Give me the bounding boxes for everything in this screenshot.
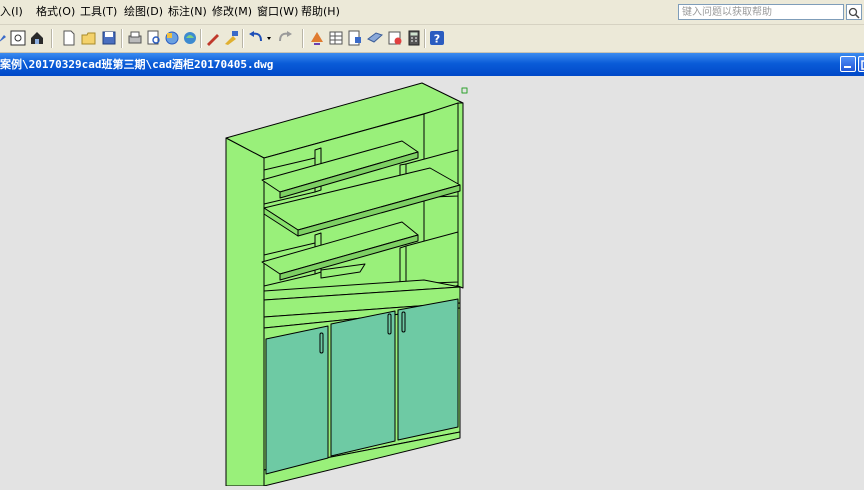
door-left: [265, 325, 329, 475]
menu-dimension[interactable]: 标注(N): [168, 0, 207, 24]
cabinet-left-side: [225, 137, 265, 487]
document-title: 案例\20170329cad班第三期\cad酒柜20170405.dwg: [0, 58, 274, 71]
pen-icon[interactable]: [204, 29, 222, 47]
tool-palette-icon[interactable]: [346, 29, 364, 47]
zoom-icon[interactable]: [9, 29, 27, 47]
menu-help[interactable]: 帮助(H): [301, 0, 340, 24]
door-middle: [330, 310, 396, 457]
minimize-button[interactable]: [840, 56, 856, 72]
toolbar-separator: [302, 29, 304, 48]
grip-marker: [461, 87, 468, 94]
toolbar-separator: [424, 29, 426, 48]
print-preview-icon[interactable]: [145, 29, 163, 47]
door-right: [397, 298, 459, 441]
new-file-icon[interactable]: [60, 29, 78, 47]
toolbar-separator: [242, 29, 244, 48]
menu-window[interactable]: 窗口(W): [257, 0, 298, 24]
markup-icon[interactable]: [386, 29, 404, 47]
search-icon: [848, 7, 860, 19]
minimize-icon: [844, 66, 851, 68]
menu-modify[interactable]: 修改(M): [212, 0, 252, 24]
menu-tools[interactable]: 工具(T): [80, 0, 117, 24]
cabinet-right-edge: [457, 102, 464, 289]
plot-icon[interactable]: [181, 29, 199, 47]
publish-icon[interactable]: [163, 29, 181, 47]
lower-divider-right: [399, 245, 407, 285]
menu-insert[interactable]: 入(I): [0, 0, 23, 24]
redo-icon[interactable]: [276, 29, 294, 47]
open-file-icon[interactable]: [80, 29, 98, 47]
svg-text:?: ?: [434, 33, 440, 46]
cabinet-drawing: [225, 82, 468, 487]
help-icon[interactable]: ?: [428, 29, 446, 47]
menu-bar: 入(I) 格式(O) 工具(T) 绘图(D) 标注(N) 修改(M) 窗口(W)…: [0, 0, 864, 25]
help-search-input[interactable]: [678, 4, 844, 20]
home-icon[interactable]: [28, 29, 46, 47]
standard-toolbar: ?: [0, 25, 864, 53]
calculator-icon[interactable]: [405, 29, 423, 47]
menu-format[interactable]: 格式(O): [36, 0, 75, 24]
handle-middle-right: [387, 313, 392, 335]
print-icon[interactable]: [126, 29, 144, 47]
handle-right: [401, 311, 406, 333]
save-icon[interactable]: [100, 29, 118, 47]
help-search-button[interactable]: [846, 4, 862, 20]
match-properties-icon[interactable]: [222, 29, 240, 47]
menu-draw[interactable]: 绘图(D): [124, 0, 163, 24]
properties-icon[interactable]: [327, 29, 345, 47]
sheet-set-icon[interactable]: [366, 29, 384, 47]
drawing-area[interactable]: [0, 77, 864, 487]
maximize-button[interactable]: [858, 56, 864, 72]
design-center-icon[interactable]: [308, 29, 326, 47]
toolbar-separator: [51, 29, 53, 48]
maximize-icon: [861, 60, 864, 70]
handle-left: [319, 332, 324, 354]
document-title-bar: 案例\20170329cad班第三期\cad酒柜20170405.dwg: [0, 53, 864, 76]
toolbar-separator: [200, 29, 202, 48]
toolbar-separator: [121, 29, 123, 48]
